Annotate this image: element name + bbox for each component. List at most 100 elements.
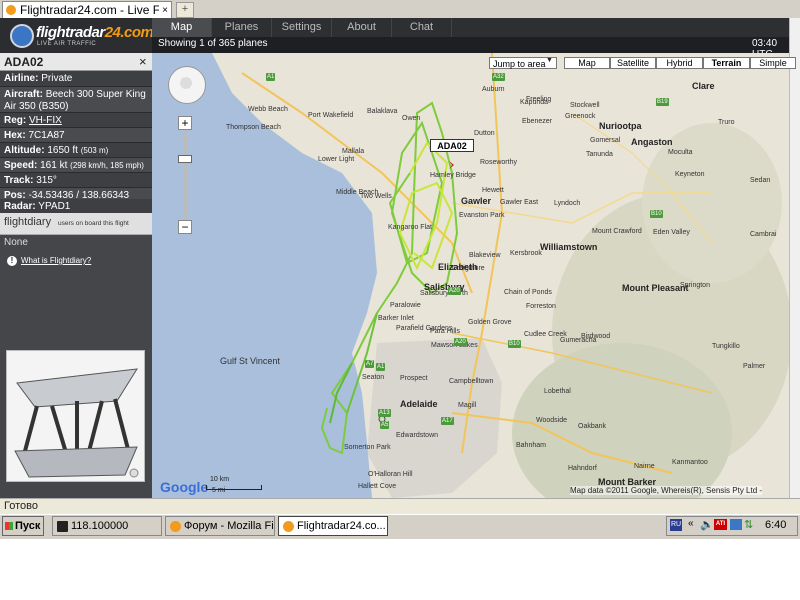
taskbar-item-forum[interactable]: Форум - Mozilla Fir... [165, 516, 275, 536]
pan-hand-icon[interactable] [180, 77, 192, 89]
map-label: Evanston Park [459, 212, 505, 219]
logo-main: flightradar [36, 24, 105, 41]
map-label: Hallett Cove [358, 483, 397, 490]
network-icon[interactable] [730, 519, 742, 530]
map-label: Woodside [536, 417, 568, 424]
taskbar-item-terminal[interactable]: 118.100000 [52, 516, 162, 536]
language-indicator[interactable]: RU [670, 519, 682, 531]
nav-tab-about[interactable]: About [332, 18, 392, 37]
zoom-in-button[interactable]: + [178, 116, 192, 130]
site-logo[interactable]: flightradar24.com [36, 24, 154, 41]
map-label: Roseworthy [480, 159, 517, 166]
motion-simulator-ad[interactable] [6, 350, 145, 482]
scale-mi: 5 mi [212, 487, 226, 494]
road-shield: A1 [266, 73, 276, 81]
map-label: Hewett [482, 187, 504, 194]
altitude-value: 1650 ft [47, 145, 78, 156]
map-label: Gawler [461, 196, 492, 206]
info-row-hex: Hex: 7C1A87 [0, 128, 152, 143]
zoom-slider-handle[interactable] [178, 155, 192, 163]
nav-tab-settings[interactable]: Settings [272, 18, 332, 37]
altitude-sub: (503 m) [80, 146, 109, 155]
map-type-simple[interactable]: Simple [750, 57, 796, 69]
reg-link[interactable]: VH-FIX [29, 115, 62, 126]
nav-tab-planes[interactable]: Planes [212, 18, 272, 37]
tray-expand-icon[interactable]: « [688, 518, 694, 529]
map-label: Freeling [526, 96, 552, 103]
map-label: Mount Pleasant [622, 283, 689, 293]
map-type-map[interactable]: Map [564, 57, 610, 69]
map-label: Para Hills [430, 328, 460, 335]
browser-tab[interactable]: Flightradar24.com - Live Fligh... × [2, 1, 172, 18]
map-label: Barker Inlet [378, 315, 414, 322]
map-label: Auburn [482, 86, 505, 93]
chevron-down-icon: ▼ [546, 57, 553, 64]
taskbar-item-label: Flightradar24.co... [297, 520, 386, 532]
map-label: Ebenezer [522, 118, 552, 125]
map-label: Lyndoch [554, 200, 581, 207]
road-shield: A1 [376, 363, 386, 371]
map-label: Thompson Beach [226, 124, 281, 131]
map-terrain [152, 53, 789, 498]
map-label: Seaton [362, 374, 385, 381]
terminal-icon [57, 520, 68, 532]
map-label: Lower Light [318, 156, 355, 163]
map-canvas[interactable]: Port Wakefield Balaklava Mallala Hamley … [152, 53, 789, 498]
start-label: Пуск [15, 520, 41, 532]
map-label: Cambrai [750, 231, 777, 238]
nav-tab-map[interactable]: Map [152, 18, 212, 37]
map-label: Balaklava [367, 108, 398, 115]
flightdiary-help-link[interactable]: What is Flightdiary? [21, 256, 91, 265]
map-label: Angaston [631, 137, 673, 147]
planes-count-text: Showing 1 of 365 planes [158, 38, 268, 49]
map-label: Keyneton [675, 171, 705, 178]
taskbar-item-label: Форум - Mozilla Fir... [184, 520, 274, 532]
map-label: Springton [680, 282, 710, 289]
firefox-icon [283, 520, 294, 532]
speed-label: Speed: [4, 160, 38, 171]
plane-label[interactable]: ADA02 [430, 139, 474, 152]
map-type-hybrid[interactable]: Hybrid [656, 57, 703, 69]
flightdiary-logo[interactable]: flightdiary [4, 216, 51, 228]
google-logo[interactable]: Google [160, 479, 208, 495]
browser-status-text: Готово [4, 500, 38, 512]
map-type-terrain[interactable]: Terrain [703, 57, 750, 69]
volume-icon[interactable]: 🔈 [700, 518, 714, 531]
info-row-reg: Reg: VH-FIX [0, 113, 152, 128]
map-label: Lobethal [544, 388, 571, 395]
map-label: Oakbank [578, 423, 607, 430]
new-tab-button[interactable]: + [176, 2, 194, 18]
taskbar-item-label: 118.100000 [71, 520, 129, 532]
zoom-slider-track[interactable] [184, 131, 187, 221]
vertical-scrollbar[interactable] [789, 18, 800, 498]
zoom-out-button[interactable]: − [178, 220, 192, 234]
road-shield: A20 [454, 338, 467, 346]
map-label: Kersbrook [510, 250, 542, 257]
nav-tab-chat[interactable]: Chat [392, 18, 452, 37]
map-label: O'Halloran Hill [368, 471, 413, 478]
logo-tagline: LIVE AIR TRAFFIC [37, 41, 97, 47]
taskbar-item-flightradar[interactable]: Flightradar24.co... [278, 516, 388, 536]
plane-callsign: ADA02 [4, 55, 44, 69]
map-label: Kangaroo Flat [388, 224, 432, 231]
map-label: Dutton [474, 130, 495, 137]
globe-logo-icon [10, 24, 34, 48]
close-panel-icon[interactable]: × [139, 54, 147, 69]
radar-label: Radar: [4, 201, 36, 212]
map-label: Greenock [565, 113, 596, 120]
road-shield: B19 [656, 98, 669, 106]
ati-icon[interactable]: ATI [714, 519, 727, 530]
scale-km: 10 km [210, 476, 230, 483]
close-tab-icon[interactable]: × [159, 5, 171, 16]
altitude-label: Altitude: [4, 145, 45, 156]
info-row-radar: Radar: YPAD1 [0, 199, 152, 214]
map-type-satellite[interactable]: Satellite [610, 57, 656, 69]
map-label: Tungkillo [712, 343, 740, 350]
road-shield: A5 [380, 421, 390, 429]
map-label: Gumeracha [560, 337, 597, 344]
info-row-track: Track: 315° [0, 173, 152, 188]
map-label: Kanmantoo [672, 459, 708, 466]
firefox-favicon-icon [6, 5, 16, 15]
update-icon[interactable]: ⇅ [744, 518, 753, 531]
start-button[interactable]: Пуск [2, 516, 44, 536]
